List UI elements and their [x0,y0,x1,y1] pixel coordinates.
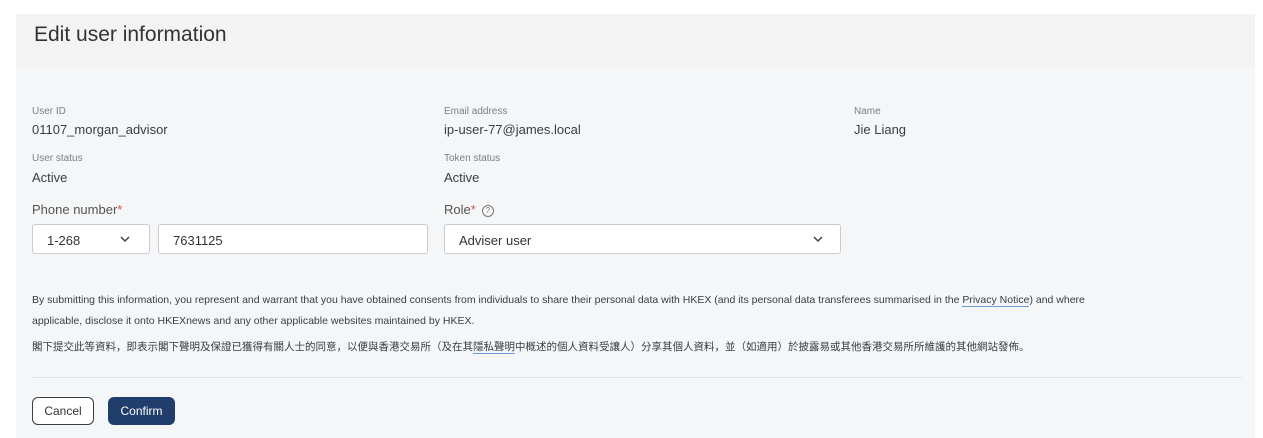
disclaimer-en-text-end: ) and where [1029,294,1085,306]
name-value: Jie Liang [854,122,907,137]
role-selected-value: Adviser user [459,233,532,248]
divider [32,377,1242,378]
name-label: Name [854,106,881,117]
phone-number-value: 7631125 [173,233,223,248]
user-status-value: Active [32,170,68,185]
role-label: Role*? [444,202,494,217]
disclaimer-en-text: By submitting this information, you repr… [32,294,963,306]
confirm-button[interactable]: Confirm [108,397,175,425]
question-circle-icon[interactable]: ? [481,205,494,217]
phone-label: Phone number* [32,202,122,217]
email-value: ip-user-77@james.local [444,122,581,137]
disclaimer-en-line2: applicable, disclose it onto HKEXnews an… [32,315,475,327]
role-label-text: Role [444,202,471,217]
country-code-value: 1-268 [47,233,81,248]
disclaimer-zh-text: 閣下提交此等資料，即表示閣下聲明及保證已獲得有關人士的同意，以便與香港交易所（及… [32,341,473,353]
user-id-label: User ID [32,106,66,117]
edit-user-panel: Edit user information User ID 01107_morg… [16,14,1255,438]
privacy-notice-link-zh[interactable]: 隱私聲明 [473,341,515,354]
phone-label-text: Phone number [32,202,118,217]
country-code-select[interactable]: 1-268 [32,224,150,254]
token-status-label: Token status [444,153,501,164]
panel-header: Edit user information [16,14,1255,66]
disclaimer-zh-text-end: 中概述的個人資料受讓人）分享其個人資料，並（如適用）於披露易或其他香港交易所所維… [515,341,1030,353]
required-mark: * [470,202,476,217]
page-title: Edit user information [34,23,227,46]
privacy-notice-link[interactable]: Privacy Notice [962,294,1030,307]
role-select[interactable]: Adviser user [444,224,841,254]
token-status-value: Active [444,170,480,185]
disclaimer-zh: 閣下提交此等資料，即表示閣下聲明及保證已獲得有關人士的同意，以便與香港交易所（及… [32,337,1232,358]
cancel-button[interactable]: Cancel [32,397,94,425]
user-id-value: 01107_morgan_advisor [32,122,168,137]
phone-number-input[interactable]: 7631125 [158,224,428,254]
chevron-down-icon [813,236,823,243]
required-mark: * [117,202,123,217]
user-status-label: User status [32,153,83,164]
chevron-down-icon [120,236,130,243]
email-label: Email address [444,106,508,117]
disclaimer-en-line1: By submitting this information, you repr… [32,290,1232,311]
